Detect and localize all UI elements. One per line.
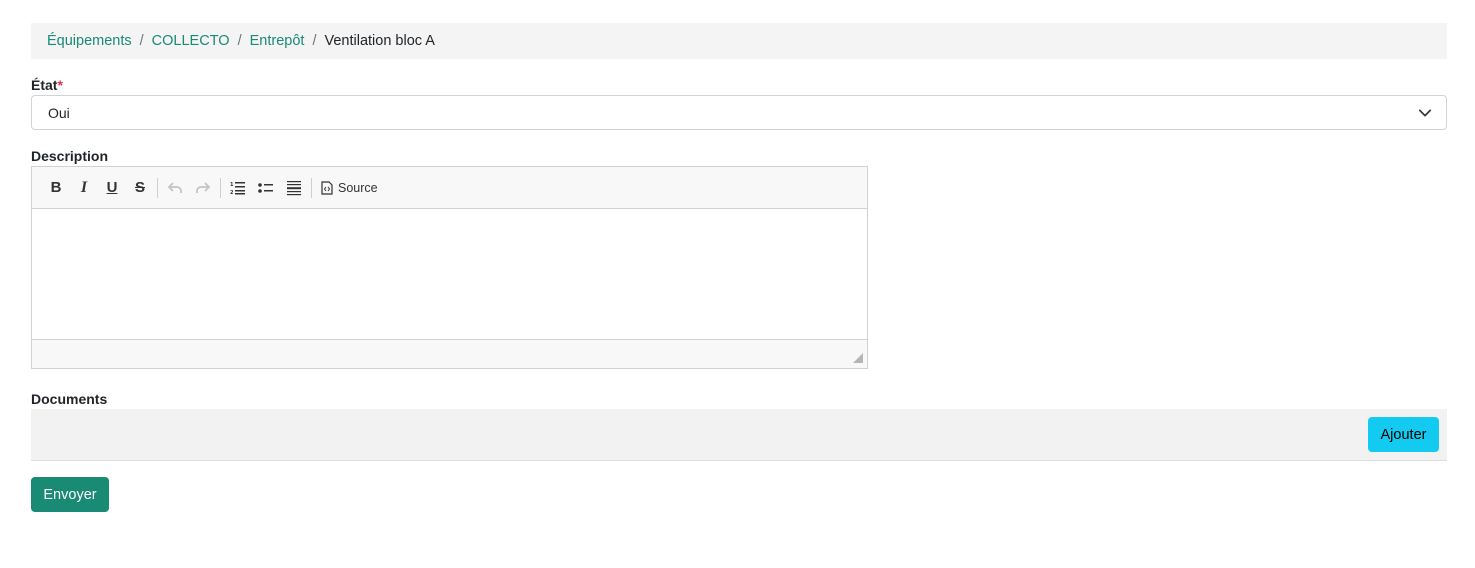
description-label: Description [31, 148, 109, 164]
source-label: Source [338, 180, 378, 195]
svg-text:2: 2 [230, 190, 234, 195]
numbered-list-glyph: 1 2 [230, 181, 245, 195]
strikethrough-icon[interactable]: S [126, 174, 154, 202]
undo-glyph [168, 181, 182, 193]
breadcrumb: Équipements / COLLECTO / Entrepôt / Vent… [31, 23, 1447, 59]
underline-icon[interactable]: U [98, 174, 126, 202]
chevron-down-icon [1418, 109, 1432, 117]
bold-icon[interactable]: B [42, 174, 70, 202]
breadcrumb-separator: / [139, 33, 144, 49]
editor-content-area[interactable] [32, 209, 867, 339]
breadcrumb-separator: / [312, 33, 317, 49]
toolbar-separator [157, 177, 158, 198]
source-icon [321, 180, 333, 195]
etat-label: État* [31, 77, 63, 93]
undo-icon[interactable] [161, 174, 189, 202]
svg-text:1: 1 [230, 182, 234, 188]
breadcrumb-current: Ventilation bloc A [324, 33, 435, 49]
toolbar-separator [220, 177, 221, 198]
bold-glyph: B [50, 179, 62, 196]
strike-glyph: S [134, 179, 145, 196]
redo-glyph [196, 181, 210, 193]
redo-icon[interactable] [189, 174, 217, 202]
submit-button[interactable]: Envoyer [31, 477, 109, 512]
bulleted-list-glyph [258, 182, 273, 193]
horizontal-line-icon[interactable] [280, 174, 308, 202]
etat-label-text: État [31, 77, 58, 93]
rich-text-editor: B I U S 1 2 Source [31, 166, 868, 369]
editor-toolbar: B I U S 1 2 Source [32, 167, 867, 209]
breadcrumb-separator: / [237, 33, 242, 49]
documents-label: Documents [31, 391, 108, 407]
bulleted-list-icon[interactable] [252, 174, 280, 202]
italic-icon[interactable]: I [70, 174, 98, 202]
breadcrumb-link-equipements[interactable]: Équipements [47, 33, 132, 49]
breadcrumb-link-entrepot[interactable]: Entrepôt [250, 33, 305, 49]
italic-glyph: I [80, 178, 88, 196]
toolbar-separator [311, 177, 312, 198]
etat-select-value: Oui [48, 104, 70, 121]
breadcrumb-link-collecto[interactable]: COLLECTO [152, 33, 230, 49]
required-marker: * [57, 77, 63, 93]
resize-handle-icon[interactable] [853, 353, 863, 363]
etat-select[interactable]: Oui [31, 95, 1447, 130]
underline-glyph: U [106, 179, 118, 196]
editor-footer [32, 339, 867, 368]
horizontal-line-glyph [287, 180, 301, 195]
add-document-button[interactable]: Ajouter [1368, 417, 1439, 452]
documents-bar: Ajouter [31, 409, 1447, 461]
source-button[interactable]: Source [315, 174, 384, 202]
numbered-list-icon[interactable]: 1 2 [224, 174, 252, 202]
